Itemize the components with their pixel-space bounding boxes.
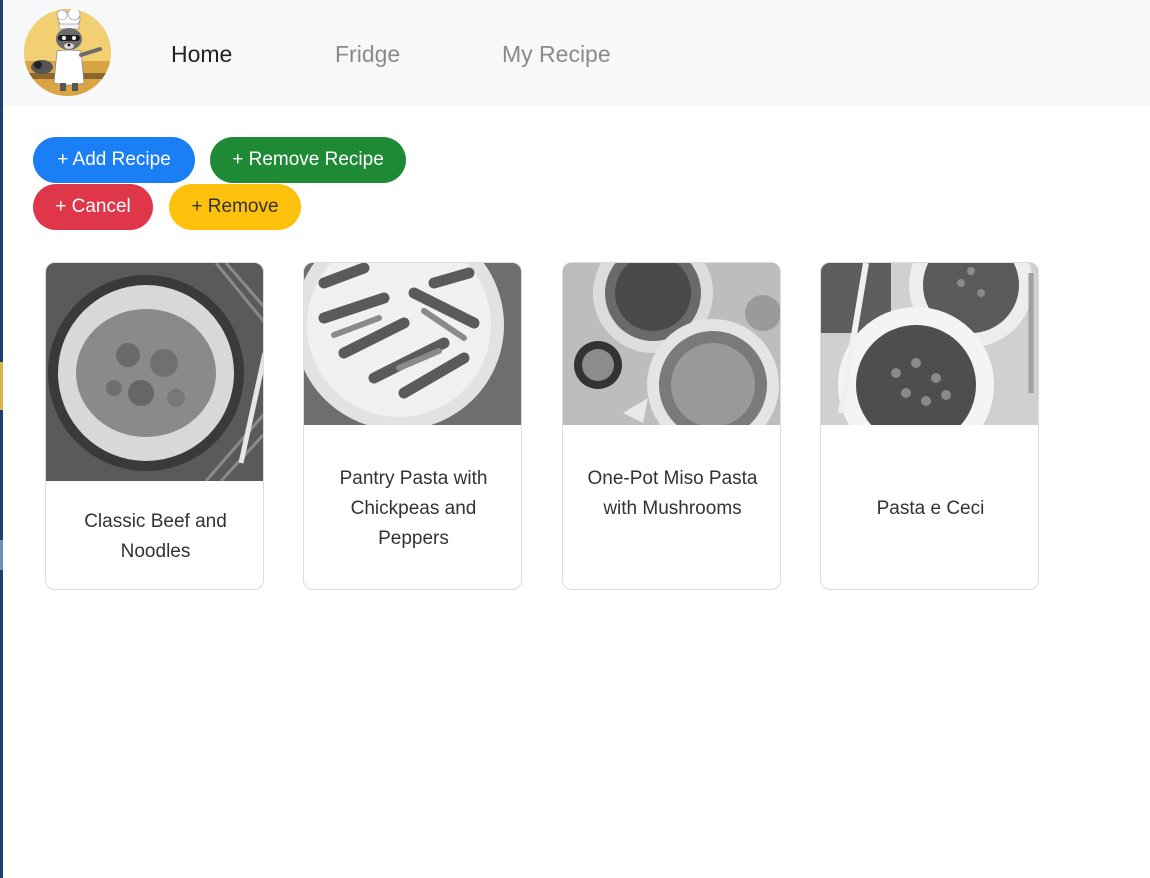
window-edge [0, 0, 3, 878]
cancel-button[interactable]: + Cancel [33, 184, 153, 230]
logo[interactable] [24, 9, 111, 96]
edge-marker [0, 540, 3, 570]
recipe-image [563, 263, 780, 425]
recipe-card[interactable]: Pasta e Ceci [820, 262, 1039, 590]
recipe-image [46, 263, 263, 481]
remove-recipe-button[interactable]: + Remove Recipe [210, 137, 406, 183]
nav-fridge-link[interactable]: Fridge [335, 38, 400, 70]
recipe-title: Classic Beef and Noodles [84, 511, 227, 562]
recipe-image [304, 263, 521, 425]
recipe-card[interactable]: Pantry Pasta with Chickpeas and Peppers [303, 262, 522, 590]
recipe-title: Pasta e Ceci [876, 498, 985, 519]
recipe-card[interactable]: One-Pot Miso Pasta with Mushrooms [562, 262, 781, 590]
raccoon-chef-logo-icon [24, 9, 111, 96]
recipe-title: Pantry Pasta with Chickpeas and Peppers [339, 468, 488, 549]
recipe-card[interactable]: Classic Beef and Noodles [45, 262, 264, 590]
nav-my-recipe-link[interactable]: My Recipe [502, 38, 611, 70]
edge-marker [0, 362, 3, 410]
nav-home-link[interactable]: Home [171, 38, 232, 70]
recipe-title: One-Pot Miso Pasta with Mushrooms [587, 468, 758, 519]
remove-button[interactable]: + Remove [169, 184, 301, 230]
recipe-image [821, 263, 1038, 425]
add-recipe-button[interactable]: + Add Recipe [33, 137, 195, 183]
navbar: Home Fridge My Recipe [3, 0, 1150, 106]
